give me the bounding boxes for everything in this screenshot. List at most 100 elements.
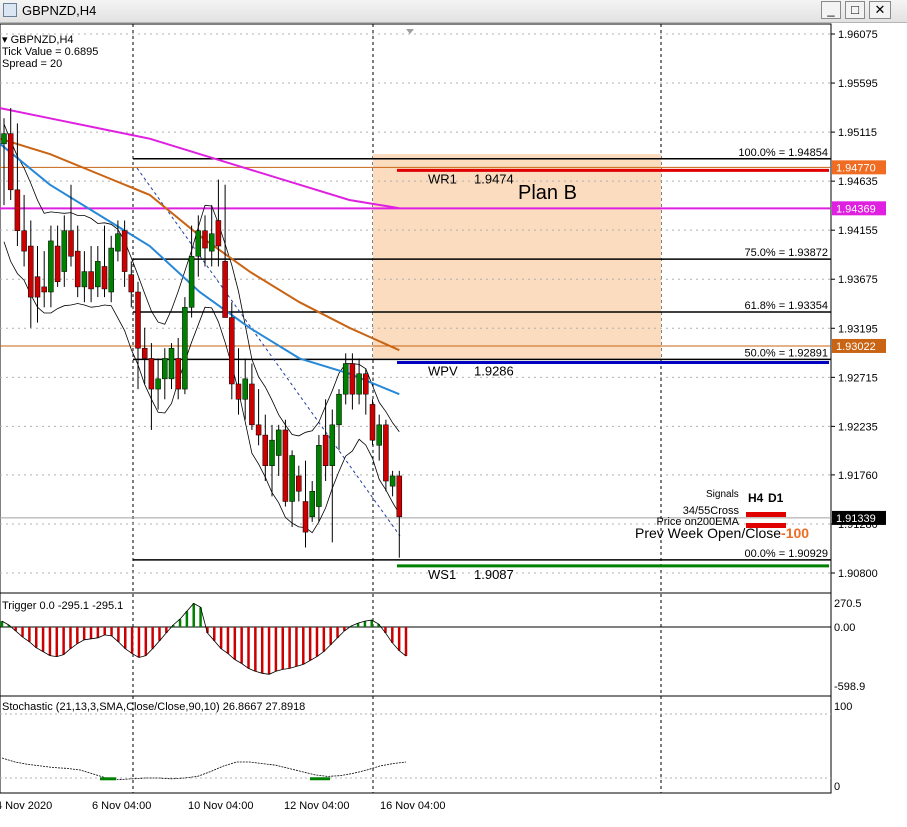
candle [296, 465, 302, 502]
candle-body [389, 475, 396, 487]
candle-body [121, 230, 128, 272]
candle-body [275, 429, 282, 456]
envelope-line [3, 241, 400, 534]
candle-body [135, 291, 141, 349]
candle [141, 327, 148, 384]
chart-canvas[interactable]: 100.0% = 1.94854 75.0% = 1.93872 61.8% = 1… [0, 0, 907, 827]
y-tick-label: 1.94635 [838, 176, 878, 188]
fibonacci-level-label: 61.8% = 1.93354 [745, 300, 829, 312]
candle-body [289, 455, 295, 502]
candle-body [195, 230, 202, 257]
price-tag-label: 1.94369 [836, 203, 876, 215]
candle [336, 389, 342, 451]
pivot-name: WPV [428, 364, 458, 379]
trigger-title: Trigger 0.0 -295.1 -295.1 [2, 600, 123, 612]
pivot-name: WR1 [428, 171, 457, 186]
candle [222, 184, 228, 318]
candle-body [383, 424, 389, 482]
collapse-triangle-icon[interactable]: ▾ [2, 34, 11, 46]
candle-body [215, 220, 222, 247]
time-tick-label: 10 Nov 04:00 [188, 800, 253, 812]
pivot-value: 1.9286 [474, 364, 514, 379]
signals-panel: Signals H4 D1 34/55Cross Price on200EMA … [635, 489, 809, 541]
candle-body [155, 378, 161, 390]
candle [363, 368, 369, 415]
candle-body [175, 358, 181, 390]
candle-body [336, 393, 342, 426]
candle [349, 353, 356, 410]
price-tag-label: 1.93022 [836, 341, 876, 353]
stochastic-axis: 100 0 [834, 701, 852, 793]
time-tick-label: 12 Nov 04:00 [284, 800, 349, 812]
candle-body [61, 230, 68, 272]
candle-body [34, 276, 41, 298]
candle-body [128, 274, 135, 293]
candle [108, 235, 114, 303]
stochastic-title: Stochastic (21,13,3,SMA,Close/Close,90,1… [2, 701, 305, 713]
time-tick-label: 16 Nov 04:00 [380, 800, 445, 812]
candle-body [1, 133, 7, 145]
candle-body [363, 373, 369, 395]
candle [269, 424, 275, 497]
candle-body [101, 266, 108, 290]
price-axis[interactable]: 1.96075 1.95595 1.95115 1.94635 1.94155 1.936… [831, 29, 878, 580]
trendline-dotted[interactable] [136, 167, 401, 537]
candle-body [255, 424, 262, 436]
candle [1, 118, 7, 206]
stochastic-line [1, 757, 407, 781]
candle [101, 225, 108, 298]
candle-body [28, 245, 34, 298]
trigger-tick-label: 0.00 [834, 622, 855, 634]
candle [74, 225, 81, 298]
candle [188, 225, 195, 318]
plan-b-label: Plan B [518, 182, 577, 204]
candle [168, 343, 175, 390]
candle-body [396, 475, 403, 518]
candle-body [168, 347, 175, 380]
trendline[interactable] [136, 167, 401, 537]
y-tick-label: 1.95115 [838, 127, 877, 139]
candle [148, 343, 155, 430]
candle [34, 246, 41, 323]
candle-body [54, 245, 61, 283]
time-tick-label: 4 Nov 2020 [0, 800, 52, 812]
time-axis[interactable]: 4 Nov 2020 6 Nov 04:00 10 Nov 04:00 12 Nov … [0, 800, 445, 812]
pivot-name: WS1 [428, 567, 456, 582]
candle [369, 399, 376, 446]
candle-body [21, 230, 27, 252]
candle [282, 419, 289, 507]
candle [135, 281, 141, 390]
y-tick-label: 1.93675 [838, 274, 878, 286]
candle [316, 435, 322, 522]
fibonacci-level-label: 00.0% = 1.90929 [745, 548, 829, 560]
candle-body [356, 373, 362, 395]
stochastic-lines [0, 713, 831, 781]
candle-body [141, 347, 148, 359]
candle [182, 297, 188, 395]
candle [242, 358, 248, 420]
candle-body [329, 424, 336, 466]
candlesticks [1, 108, 403, 558]
candle [61, 215, 68, 287]
candle-body [162, 358, 168, 380]
signals-col-d1: D1 [768, 491, 784, 505]
chart-window: GBPNZD,H4 _ □ ✕ 100.0% = 1.94854 75.0% = … [0, 0, 907, 827]
candle [155, 358, 161, 410]
prev-week-label: Prev Week Open/Close-100 [635, 525, 809, 541]
candle-body [182, 307, 188, 390]
candle [235, 348, 242, 415]
candle-body [81, 271, 88, 288]
plan-b-zone-rect [373, 154, 661, 359]
candle [175, 337, 181, 400]
candle-body [202, 230, 208, 249]
pivot-value: 1.9087 [474, 567, 514, 582]
y-tick-label: 1.92715 [838, 372, 878, 384]
candle-body [68, 230, 74, 257]
y-tick-label: 1.90800 [838, 568, 878, 580]
candle [262, 414, 269, 482]
chart-shift-marker-icon[interactable] [406, 29, 414, 34]
candle [14, 123, 21, 247]
candle-body [322, 434, 329, 466]
candle-body [376, 424, 382, 446]
pivot-value: 1.9474 [474, 171, 514, 186]
